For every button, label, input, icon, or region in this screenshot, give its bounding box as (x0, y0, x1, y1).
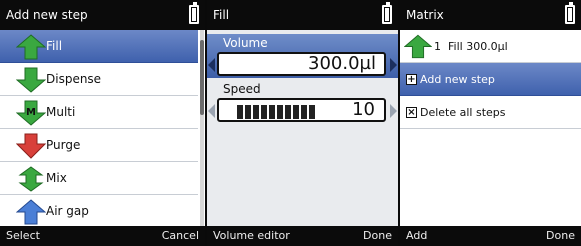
speed-level-segment (269, 105, 275, 119)
softkey-bar: Add Done (400, 226, 581, 246)
volume-field[interactable]: Volume 300.0µl (207, 34, 398, 78)
add-new-step-row[interactable]: + Add new step (400, 63, 581, 96)
cancel-softkey[interactable]: Cancel (162, 226, 199, 246)
speed-level-segment (293, 105, 299, 119)
speed-slider[interactable]: 10 (217, 98, 386, 122)
done-softkey[interactable]: Done (363, 226, 392, 246)
matrix-step-list: 1 Fill 300.0µl + Add new step × Delete a… (400, 30, 581, 129)
list-item-air-gap[interactable]: Air gap (0, 195, 198, 228)
list-item-dispense[interactable]: Dispense (0, 63, 198, 96)
speed-level-segment (237, 105, 243, 119)
decrease-arrow-icon[interactable] (208, 104, 215, 118)
fill-editor-panel: Fill Volume 300.0µl Speed 10 Volume edit… (207, 0, 398, 246)
speed-level-segment (261, 105, 267, 119)
list-item-label: Fill (46, 39, 63, 53)
speed-level-segment (245, 105, 251, 119)
dispense-icon (16, 67, 46, 93)
speed-level-segment (285, 105, 291, 119)
add-softkey[interactable]: Add (406, 229, 427, 242)
close-icon: × (406, 107, 417, 118)
panel-title: Matrix (406, 8, 444, 22)
air-gap-icon (16, 199, 46, 225)
matrix-step-row[interactable]: 1 Fill 300.0µl (400, 30, 581, 63)
battery-icon (382, 2, 392, 24)
delete-all-steps-row[interactable]: × Delete all steps (400, 96, 581, 129)
purge-icon (16, 133, 46, 159)
add-new-step-label: Add new step (420, 73, 495, 86)
list-item-label: Mix (46, 171, 67, 185)
speed-level-segment (301, 105, 307, 119)
delete-all-steps-label: Delete all steps (420, 106, 506, 119)
speed-field[interactable]: Speed 10 (207, 80, 398, 124)
speed-level-segment (277, 105, 283, 119)
step-label: Fill 300.0µl (448, 40, 508, 53)
panel-title: Fill (213, 8, 230, 22)
multi-icon: M (16, 100, 46, 126)
volume-editor-softkey[interactable]: Volume editor (213, 229, 290, 242)
step-number: 1 (434, 40, 441, 53)
panel-title-bar: Fill (207, 0, 398, 30)
panel-title: Add new step (6, 8, 88, 22)
fill-icon (16, 34, 46, 60)
softkey-bar: Volume editor Done (207, 226, 398, 246)
plus-icon: + (406, 74, 417, 85)
list-item-label: Multi (46, 105, 76, 119)
step-type-list: Fill Dispense M Multi Purge Mix Air gap (0, 30, 198, 228)
decrease-arrow-icon[interactable] (208, 58, 215, 72)
add-new-step-panel: Add new step Fill Dispense M Multi Purge… (0, 0, 205, 246)
mix-icon (18, 166, 44, 192)
panel-title-bar: Add new step (0, 0, 205, 30)
increase-arrow-icon[interactable] (390, 58, 397, 72)
speed-level-segment (309, 105, 315, 119)
list-item-multi[interactable]: M Multi (0, 96, 198, 129)
list-scrollbar[interactable] (200, 30, 204, 226)
list-item-label: Air gap (46, 204, 89, 218)
speed-value: 10 (352, 99, 375, 120)
done-softkey[interactable]: Done (546, 226, 575, 246)
softkey-bar: Select Cancel (0, 226, 205, 246)
volume-value[interactable]: 300.0µl (217, 52, 386, 76)
list-item-purge[interactable]: Purge (0, 129, 198, 162)
fill-icon (404, 34, 432, 59)
multi-badge: M (26, 107, 36, 118)
matrix-panel: Matrix 1 Fill 300.0µl + Add new step × D… (400, 0, 581, 246)
list-item-mix[interactable]: Mix (0, 162, 198, 195)
volume-label: Volume (223, 36, 268, 50)
panel-title-bar: Matrix (400, 0, 581, 30)
list-item-label: Purge (46, 138, 81, 152)
speed-level-segment (253, 105, 259, 119)
list-item-label: Dispense (46, 72, 102, 86)
battery-icon (189, 2, 199, 24)
increase-arrow-icon[interactable] (390, 104, 397, 118)
speed-label: Speed (223, 82, 261, 96)
speed-level-bars (237, 105, 317, 119)
battery-icon (565, 2, 575, 24)
list-item-fill[interactable]: Fill (0, 30, 198, 63)
select-softkey[interactable]: Select (6, 229, 40, 242)
